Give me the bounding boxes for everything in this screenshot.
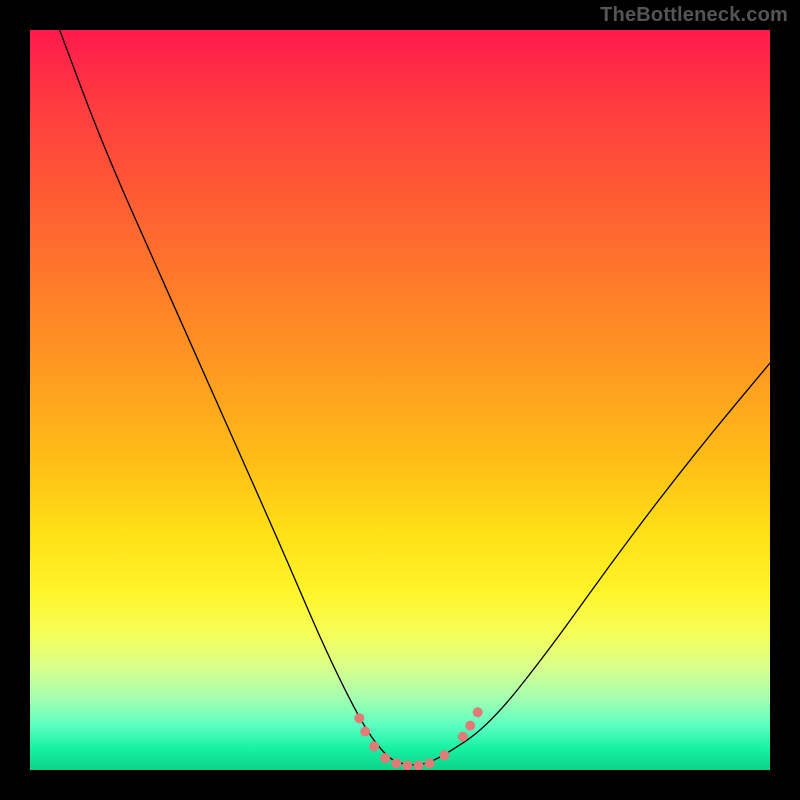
plot-area	[30, 30, 770, 770]
curve-marker	[360, 727, 370, 737]
curve-marker	[380, 753, 390, 763]
curve-marker	[465, 721, 475, 731]
curve-marker	[369, 741, 379, 751]
curve-marker	[414, 761, 424, 770]
curve-marker	[439, 750, 449, 760]
curve-marker	[473, 707, 483, 717]
curve-marker	[425, 758, 435, 768]
chart-frame: TheBottleneck.com	[0, 0, 800, 800]
bottleneck-curve	[60, 30, 770, 765]
watermark-text: TheBottleneck.com	[600, 4, 788, 27]
chart-svg	[30, 30, 770, 770]
curve-layer	[60, 30, 770, 765]
curve-marker	[458, 732, 468, 742]
curve-marker	[402, 761, 412, 770]
curve-marker	[391, 758, 401, 768]
curve-marker	[354, 713, 364, 723]
